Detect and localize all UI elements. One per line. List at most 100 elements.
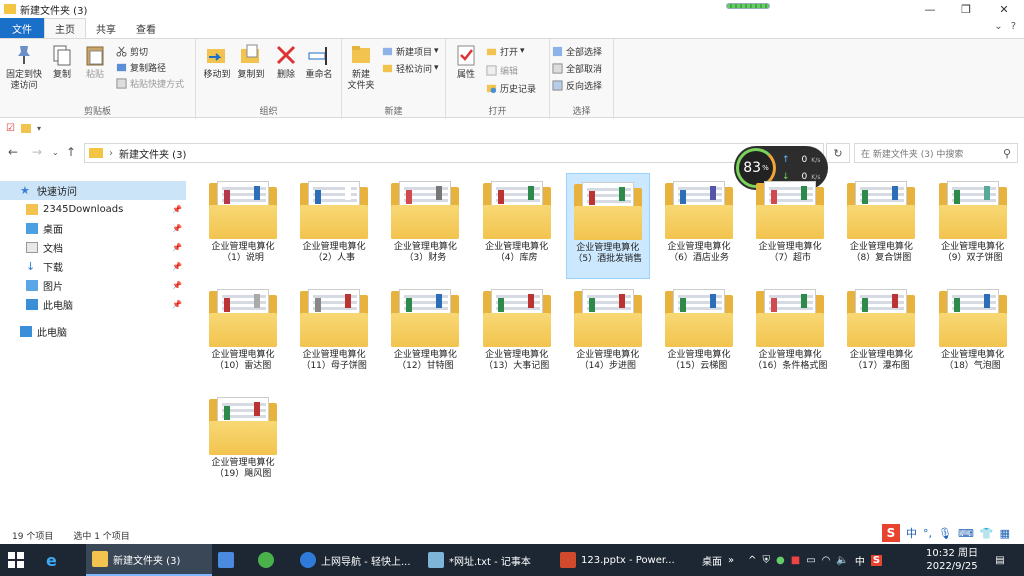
folder-icon (300, 181, 369, 239)
pin-quick-access-button[interactable]: 固定到快 速访问 (4, 43, 44, 92)
ime-toolbar[interactable]: S 中 °, 🎙 ⌨ 👕 ▦ (880, 522, 1024, 544)
close-button[interactable]: ✕ (986, 0, 1022, 18)
tray-language[interactable]: 中 (855, 553, 865, 568)
new-folder-button[interactable]: 新建 文件夹 (344, 43, 378, 92)
punctuation-icon[interactable]: °, (923, 527, 932, 540)
nav-item-2345downloads[interactable]: 2345Downloads 📌 (0, 200, 186, 219)
nav-item-this-pc-pinned[interactable]: 此电脑 📌 (0, 295, 186, 314)
folder-item[interactable]: 企业管理电算化 （19）飓风图 (201, 389, 285, 495)
address-row: ← → ⌄ ↑ › 新建文件夹 (3) ↻ 在 新建文件夹 (3) 中搜索 ⚲ (0, 141, 1024, 165)
search-input[interactable]: 在 新建文件夹 (3) 中搜索 ⚲ (854, 143, 1018, 163)
breadcrumb[interactable]: 新建文件夹 (3) (119, 146, 186, 161)
history-button[interactable]: 历史记录 (486, 81, 536, 95)
taskbar-powerpoint[interactable]: 123.pptx - Power... (556, 544, 686, 576)
chevron-down-icon[interactable]: ⌄ (994, 21, 1002, 32)
nav-item-downloads[interactable]: ↓ 下载 📌 (0, 257, 186, 276)
copy-button[interactable]: 复制 (48, 43, 76, 81)
copy-path-button[interactable]: 复制路径 (116, 60, 166, 74)
clock[interactable]: 10:32 周日 2022/9/25 (924, 547, 980, 573)
invert-selection-button[interactable]: 反向选择 (552, 78, 602, 92)
folder-item[interactable]: 企业管理电算化 （2）人事 (292, 173, 376, 279)
up-arrow-icon[interactable]: ↑ (66, 145, 76, 159)
nav-item-this-pc[interactable]: 此电脑 (0, 322, 186, 341)
ie-button[interactable]: e (46, 544, 76, 576)
display-icon[interactable]: ▭ (806, 555, 815, 566)
tab-home[interactable]: 主页 (44, 18, 86, 38)
folder-item[interactable]: 企业管理电算化 （12）甘特图 (383, 281, 467, 387)
toolbox-icon[interactable]: ▦ (1000, 527, 1010, 540)
taskbar-browser[interactable]: 上网导航 - 轻快上... (296, 544, 416, 576)
cut-button[interactable]: 剪切 (116, 44, 148, 58)
minimize-button[interactable]: — (912, 0, 948, 18)
antivirus-icon[interactable]: ● (776, 555, 785, 566)
folder-item[interactable]: 企业管理电算化 （5）酒批发销售 (565, 173, 650, 279)
folder-item[interactable]: 企业管理电算化 （11）母子饼图 (292, 281, 376, 387)
delete-button[interactable]: 删除 (272, 43, 300, 81)
refresh-button[interactable]: ↻ (826, 143, 850, 163)
taskbar-explorer[interactable]: 新建文件夹 (3) (86, 544, 212, 576)
security-shield-icon[interactable]: ⛨ (763, 555, 771, 566)
tab-share[interactable]: 共享 (86, 18, 126, 38)
back-arrow-icon[interactable]: ← (8, 145, 18, 159)
copy-to-button[interactable]: 复制到 (234, 43, 268, 81)
folder-item[interactable]: 企业管理电算化 （18）气泡图 (931, 281, 1015, 387)
taskbar-app-2[interactable] (258, 544, 288, 576)
move-to-button[interactable]: 移动到 (200, 43, 234, 81)
nav-item-desktop[interactable]: 桌面 📌 (0, 219, 186, 238)
folder-item[interactable]: 企业管理电算化 （6）酒店业务 (657, 173, 741, 279)
properties-button[interactable]: 属性 (452, 43, 480, 81)
show-hidden-icons-icon[interactable]: ^ (748, 555, 756, 566)
desktop-toolbar[interactable]: 桌面 (702, 553, 722, 568)
ime-language[interactable]: 中 (906, 525, 917, 541)
tab-view[interactable]: 查看 (126, 18, 166, 38)
toolbar-expand-icon[interactable]: » (728, 555, 734, 566)
paste-button[interactable]: 粘贴 (80, 43, 110, 81)
taskbar-notepad[interactable]: *网址.txt - 记事本 (424, 544, 550, 576)
maximize-button[interactable]: ❐ (948, 0, 984, 18)
open-button[interactable]: 打开 ▾ (486, 44, 525, 58)
folder-item[interactable]: 企业管理电算化 （7）超市 (748, 173, 832, 279)
folder-icon (300, 289, 369, 347)
network-icon[interactable]: ◠ (822, 555, 831, 566)
microphone-icon[interactable]: 🎙 (938, 527, 952, 540)
address-bar[interactable]: › 新建文件夹 (3) (84, 143, 824, 163)
paste-shortcut-button[interactable]: 粘贴快捷方式 (116, 76, 184, 90)
forward-arrow-icon[interactable]: → (32, 145, 42, 159)
help-icon[interactable]: ? (1011, 21, 1016, 32)
keyboard-icon[interactable]: ⌨ (958, 527, 974, 540)
edit-button[interactable]: 编辑 (486, 63, 518, 77)
sogou-tray-icon[interactable]: S (870, 554, 883, 566)
easy-access-button[interactable]: 轻松访问 ▾ (382, 61, 439, 75)
chevron-down-icon[interactable]: ▾ (37, 124, 41, 133)
folder-item[interactable]: 企业管理电算化 （14）步进图 (566, 281, 650, 387)
taskbar-app-1[interactable] (218, 544, 248, 576)
tray-app-icon[interactable]: ■ (791, 555, 800, 566)
folder-item[interactable]: 企业管理电算化 （3）财务 (383, 173, 467, 279)
folder-item[interactable]: 企业管理电算化 （10）雷达图 (201, 281, 285, 387)
folder-name: 企业管理电算化 （16）条件格式图 (752, 350, 828, 371)
skin-icon[interactable]: 👕 (980, 527, 994, 540)
rename-button[interactable]: 重命名 (302, 43, 336, 81)
recent-dropdown-icon[interactable]: ⌄ (52, 148, 59, 157)
folder-item[interactable]: 企业管理电算化 （4）库房 (475, 173, 559, 279)
folder-item[interactable]: 企业管理电算化 （9）双子饼图 (931, 173, 1015, 279)
folder-item[interactable]: 企业管理电算化 （1）说明 (201, 173, 285, 279)
nav-item-quick-access[interactable]: ★ 快速访问 (0, 181, 186, 200)
select-none-button[interactable]: 全部取消 (552, 61, 602, 75)
nav-item-documents[interactable]: 文档 📌 (0, 238, 186, 257)
title-bar[interactable]: 新建文件夹 (3) — ❐ ✕ (0, 0, 1024, 18)
notification-icon[interactable]: ▤ (990, 544, 1010, 576)
start-button[interactable] (8, 544, 38, 576)
folder-item[interactable]: 企业管理电算化 （13）大事记图 (475, 281, 559, 387)
checkbox-icon[interactable]: ☑ (6, 123, 15, 134)
select-all-button[interactable]: 全部选择 (552, 44, 602, 58)
folder-item[interactable]: 企业管理电算化 （15）云梯图 (657, 281, 741, 387)
folder-item[interactable]: 企业管理电算化 （17）瀑布图 (839, 281, 923, 387)
nav-item-pictures[interactable]: 图片 📌 (0, 276, 186, 295)
folder-item[interactable]: 企业管理电算化 （16）条件格式图 (748, 281, 832, 387)
folder-icon[interactable] (20, 123, 31, 133)
tab-file[interactable]: 文件 (0, 18, 44, 38)
volume-icon[interactable]: 🔈 (836, 555, 848, 566)
new-item-button[interactable]: 新建项目 ▾ (382, 44, 439, 58)
folder-item[interactable]: 企业管理电算化 （8）复合饼图 (839, 173, 923, 279)
